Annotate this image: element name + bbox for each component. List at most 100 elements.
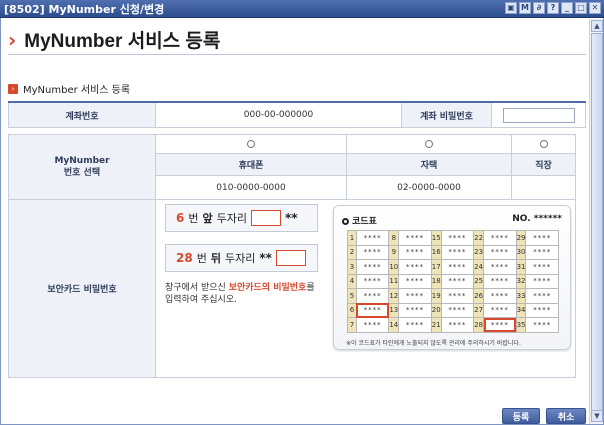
card-cell-value: ****: [398, 244, 432, 260]
card-cell-number: 35: [515, 317, 527, 333]
card-cell-number: 28: [473, 317, 485, 333]
account-number: 000-00-000000: [156, 103, 402, 128]
page-header: › MyNumber 서비스 등록: [8, 26, 220, 53]
account-password-input[interactable]: [502, 107, 575, 123]
option-mobile-value: 010-0000-0000: [156, 176, 347, 200]
card-cell-number: 6: [347, 302, 357, 318]
card-cell-value: ****: [483, 244, 517, 260]
card-cell-value: ****: [398, 273, 432, 289]
card-cell-value: ****: [398, 302, 432, 318]
security-note-line2: 입력하여 주십시오.: [165, 295, 237, 305]
security-code-card: 코드표 NO. ****** 1 **** 8 **** 15 **** 22 **** 29 *…: [333, 205, 571, 350]
card-cell-number: 8: [388, 230, 400, 246]
security-note: 창구에서 받으신 보안카드의 비밀번호를 입력하여 주십시오.: [165, 282, 330, 306]
card-cell-number: 1: [347, 230, 357, 246]
security-front-position: 앞: [202, 212, 213, 225]
card-grid-row: 6 **** 13 **** 20 **** 27 **** 34 ****: [347, 302, 559, 318]
card-cell-value: ****: [525, 244, 559, 260]
card-cell-value: ****: [398, 230, 432, 246]
card-ring-icon: [342, 218, 349, 225]
mynumber-label: MyNumber 번호 선택: [8, 134, 156, 200]
minimize-icon[interactable]: _: [561, 2, 573, 14]
option-work-value: [512, 176, 576, 200]
security-label: 보안카드 비밀번호: [8, 200, 156, 378]
option-mobile-label: 휴대폰: [156, 154, 347, 176]
card-cell-value: ****: [398, 288, 432, 304]
register-button[interactable]: 등록: [502, 408, 540, 424]
card-cell-number: 17: [430, 259, 442, 275]
card-cell-value: ****: [355, 244, 390, 260]
card-cell-number: 2: [347, 244, 357, 260]
scroll-up-icon[interactable]: ▲: [591, 20, 603, 32]
card-cell-value: ****: [525, 317, 559, 333]
security-back-number: 28: [176, 251, 193, 265]
card-cell-value: ****: [525, 273, 559, 289]
card-cell-value: ****: [525, 288, 559, 304]
card-cell-value: ****: [483, 302, 517, 318]
card-cell-number: 7: [347, 317, 357, 333]
card-cell-value: ****: [525, 230, 559, 246]
security-row-front: 6 번 앞 두자리 **: [165, 204, 318, 232]
link-icon[interactable]: ∂: [533, 2, 545, 14]
security-note-post: 를: [306, 283, 315, 293]
security-back-tail: 두자리: [224, 252, 256, 265]
card-cell-number: 19: [430, 288, 442, 304]
card-cell-value: ****: [355, 302, 390, 318]
card-grid-row: 2 **** 9 **** 16 **** 23 **** 30 ****: [347, 244, 559, 260]
card-cell-value: ****: [440, 317, 475, 333]
card-cell-number: 21: [430, 317, 442, 333]
card-cell-number: 10: [388, 259, 400, 275]
security-back-input[interactable]: [275, 250, 306, 266]
card-cell-value: ****: [355, 288, 390, 304]
scroll-down-icon[interactable]: ▼: [591, 410, 603, 422]
card-no-label: NO.: [512, 214, 531, 224]
chevron-right-icon: ›: [8, 27, 17, 52]
card-cell-number: 26: [473, 288, 485, 304]
card-cell-value: ****: [525, 259, 559, 275]
card-cell-value: ****: [440, 244, 475, 260]
card-cell-number: 11: [388, 273, 400, 289]
card-cell-number: 5: [347, 288, 357, 304]
close-icon[interactable]: ✕: [589, 2, 601, 14]
card-title: 코드표: [352, 217, 377, 227]
radio-mobile[interactable]: [247, 140, 255, 148]
radio-home[interactable]: [425, 140, 433, 148]
card-cell-value: ****: [525, 302, 559, 318]
card-grid-row: 5 **** 12 **** 19 **** 26 **** 33 ****: [347, 288, 559, 304]
cancel-button[interactable]: 취소: [546, 408, 586, 424]
card-cell-value: ****: [483, 317, 517, 333]
radio-work[interactable]: [539, 140, 548, 148]
section-title: MyNumber 서비스 등록: [23, 85, 131, 96]
card-cell-value: ****: [440, 259, 475, 275]
card-grid-row: 3 **** 10 **** 17 **** 24 **** 31 ****: [347, 259, 559, 275]
card-cell-value: ****: [483, 288, 517, 304]
security-front-number: 6: [176, 211, 185, 225]
card-cell-number: 15: [430, 230, 442, 246]
security-note-emphasis: 보안카드의 비밀번호: [228, 283, 307, 293]
account-password-label: 계좌 비밀번호: [402, 103, 492, 128]
header-divider: [8, 54, 586, 55]
card-code-grid: 1 **** 8 **** 15 **** 22 **** 29 **** 2 **** 9 **** 16…: [347, 230, 559, 333]
section-header: › MyNumber 서비스 등록: [8, 81, 130, 96]
card-cell-number: 16: [430, 244, 442, 260]
vertical-scrollbar[interactable]: ▲ ▼: [589, 19, 603, 424]
card-cell-number: 31: [515, 259, 527, 275]
card-cell-number: 12: [388, 288, 400, 304]
maximize-icon[interactable]: □: [575, 2, 587, 14]
card-cell-number: 23: [473, 244, 485, 260]
card-cell-number: 30: [515, 244, 527, 260]
card-cell-value: ****: [440, 302, 475, 318]
card-cell-value: ****: [483, 259, 517, 275]
card-cell-number: 29: [515, 230, 527, 246]
security-front-input[interactable]: [250, 210, 281, 226]
window-menu-icon[interactable]: ▣: [505, 2, 517, 14]
card-cell-value: ****: [440, 288, 475, 304]
help-icon[interactable]: ?: [547, 2, 559, 14]
security-front-stars: **: [284, 211, 298, 225]
security-back-position: 뒤: [210, 252, 221, 265]
section-bullet-icon: ›: [8, 83, 18, 94]
scroll-thumb[interactable]: [591, 33, 603, 413]
pin-icon[interactable]: M: [519, 2, 531, 14]
card-cell-value: ****: [355, 273, 390, 289]
card-cell-number: 13: [388, 302, 400, 318]
